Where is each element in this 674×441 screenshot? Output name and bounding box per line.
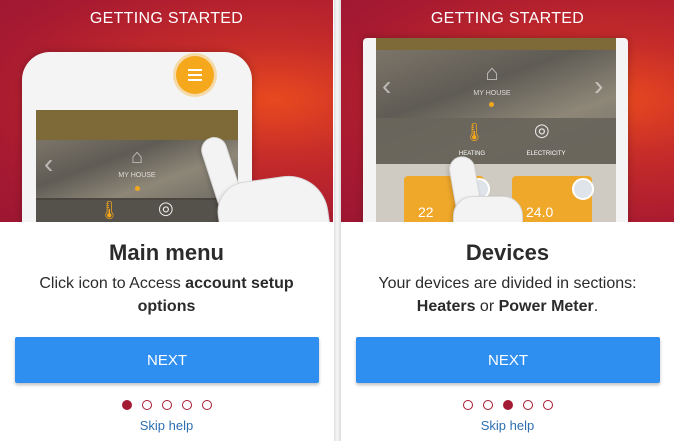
pager-dot[interactable] xyxy=(141,399,152,410)
home-icon: ⌂ xyxy=(130,146,144,168)
onboarding-screen-devices: GETTING STARTED ‹ › ⌂ MY HOUSE 🌡 HEATING… xyxy=(341,0,674,441)
card-value: 22 xyxy=(418,204,434,220)
description-text: Click icon to Access xyxy=(39,275,186,292)
description-bold: Heaters xyxy=(416,298,476,315)
pager-dot[interactable] xyxy=(161,399,172,410)
app-tabbar xyxy=(36,198,238,222)
skip-help-link[interactable]: Skip help xyxy=(341,418,674,433)
tab-heating-label: HEATING xyxy=(458,151,486,157)
next-button[interactable]: NEXT xyxy=(15,337,319,383)
page-description: Click icon to Access account setup optio… xyxy=(0,272,333,318)
thermometer-icon: 🌡 xyxy=(463,122,486,142)
hero-illustration: GETTING STARTED ‹ › ⌂ MY HOUSE 🌡 HEATING… xyxy=(341,0,674,222)
description-bold: options xyxy=(137,298,196,315)
card-knob xyxy=(572,178,594,200)
page-heading: Main menu xyxy=(109,240,224,265)
pager-dot[interactable] xyxy=(121,399,132,410)
home-indicator-dot xyxy=(135,186,140,191)
chevron-left-icon: ‹ xyxy=(44,148,54,179)
pager-dot[interactable] xyxy=(502,399,513,410)
app-topbar xyxy=(36,110,238,140)
description-text: . xyxy=(593,298,599,315)
home-indicator-dot xyxy=(489,102,494,107)
skip-help-link[interactable]: Skip help xyxy=(0,418,333,433)
chevron-left-icon: ‹ xyxy=(382,70,392,101)
page-description: Your devices are divided in sections: He… xyxy=(341,272,674,318)
description-text: Your devices are divided in sections: xyxy=(378,275,637,292)
pager-dot[interactable] xyxy=(542,399,553,410)
description-bold: Power Meter xyxy=(498,298,594,315)
pager-dot[interactable] xyxy=(181,399,192,410)
hero-illustration: GETTING STARTED ‹ ⌂ MY HOUSE 🌡 ◎ xyxy=(0,0,333,222)
tab-electricity-label: ELECTRICITY xyxy=(526,151,566,157)
phone-mockup: ‹ › ⌂ MY HOUSE 🌡 HEATING ◎ ELECTRICITY 2… xyxy=(363,38,628,222)
page-heading: Devices xyxy=(465,240,550,265)
next-button[interactable]: NEXT xyxy=(356,337,660,383)
pager-dot[interactable] xyxy=(201,399,212,410)
home-icon: ⌂ xyxy=(485,60,499,85)
app-topbar xyxy=(376,38,616,50)
home-label: MY HOUSE xyxy=(118,172,156,179)
thermometer-icon: 🌡 xyxy=(98,200,121,220)
card-value: 24.0 xyxy=(526,204,554,220)
pager-dot[interactable] xyxy=(522,399,533,410)
header-title: GETTING STARTED xyxy=(430,10,585,27)
pager-dots xyxy=(0,396,333,410)
onboarding-screen-main-menu: GETTING STARTED ‹ ⌂ MY HOUSE 🌡 ◎ Main me… xyxy=(0,0,333,441)
pager-dot[interactable] xyxy=(482,399,493,410)
app-screen-preview: ‹ › ⌂ MY HOUSE 🌡 HEATING ◎ ELECTRICITY 2… xyxy=(376,38,616,222)
chevron-right-icon: › xyxy=(594,70,604,101)
description-text: or xyxy=(475,298,499,315)
header-title: GETTING STARTED xyxy=(89,10,244,27)
pager-dot[interactable] xyxy=(462,399,473,410)
pager-dots xyxy=(341,396,674,410)
app-tabbar xyxy=(376,118,616,164)
screen-divider xyxy=(334,0,341,441)
electricity-icon: ◎ xyxy=(158,198,174,218)
description-bold: account setup xyxy=(185,275,294,292)
home-label: MY HOUSE xyxy=(473,90,511,97)
menu-icon[interactable] xyxy=(176,56,214,94)
electricity-icon: ◎ xyxy=(534,120,550,140)
